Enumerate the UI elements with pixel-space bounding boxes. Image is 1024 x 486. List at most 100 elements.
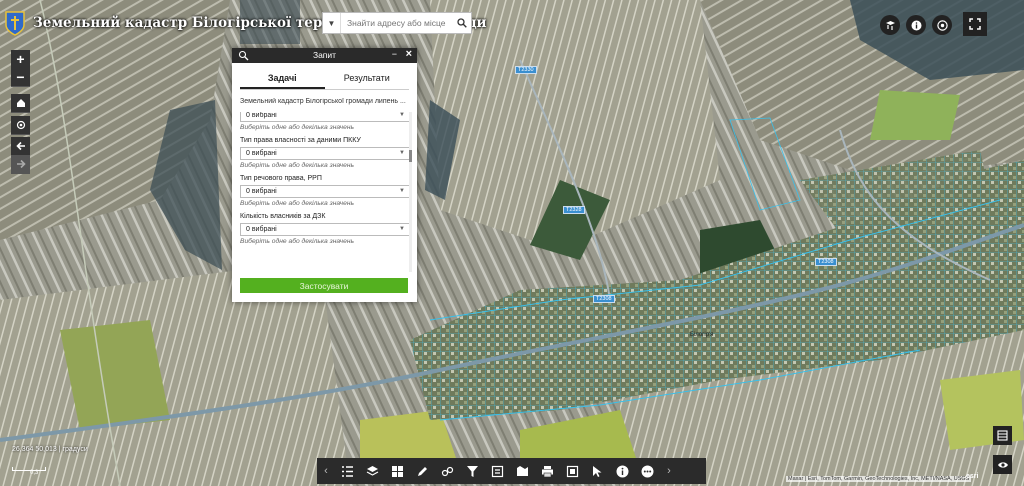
search-button[interactable] — [453, 13, 471, 33]
panel-scrollbar[interactable] — [409, 112, 412, 272]
select-button[interactable] — [585, 458, 610, 484]
query-fields: 0 вибрані ▼ Виберіть одне або декілька з… — [240, 112, 410, 270]
satellite-map[interactable] — [0, 0, 1024, 486]
previous-extent-button[interactable] — [11, 137, 30, 156]
field-hint: Виберіть одне або декілька значень — [240, 124, 355, 131]
info-icon — [911, 20, 921, 30]
analysis-button[interactable] — [435, 458, 460, 484]
tab-tasks[interactable]: Задачі — [240, 73, 325, 89]
field-label: Тип права власності за даними ПККУ — [240, 137, 361, 144]
toolbar-prev-button[interactable]: ‹ — [317, 458, 335, 484]
analysis-icon — [441, 466, 454, 476]
field-label: Кількість власників за ДЗК — [240, 213, 326, 220]
place-label: Білогір'я — [690, 332, 714, 338]
select-value: 0 вибрані — [246, 150, 277, 157]
bookmark-icon — [517, 465, 528, 476]
select-value: 0 вибрані — [246, 112, 277, 119]
about-button[interactable] — [610, 458, 635, 484]
basemap-button[interactable] — [932, 15, 952, 35]
apply-button[interactable]: Застосувати — [240, 278, 408, 293]
search-source-dropdown[interactable]: ▼ — [323, 13, 341, 33]
filter-button[interactable] — [460, 458, 485, 484]
my-location-button[interactable] — [11, 116, 30, 135]
road-shield: Т2308 — [815, 258, 837, 266]
basemap-icon — [392, 465, 403, 477]
fullscreen-button[interactable] — [963, 12, 987, 36]
draw-icon — [418, 466, 427, 476]
coordinate-readout[interactable]: 26,364 50,013 | градуси — [12, 446, 88, 453]
screening-icon — [566, 465, 579, 477]
legend-button[interactable] — [335, 458, 360, 484]
info-button[interactable] — [906, 15, 926, 35]
table-icon — [997, 430, 1008, 441]
field-hint: Виберіть одне або декілька значень — [240, 200, 355, 207]
task-name[interactable]: Земельний кадастр Білогірської громади л… — [240, 98, 412, 105]
property-right-select[interactable]: 0 вибрані ▼ — [240, 185, 410, 198]
close-icon[interactable]: × — [406, 48, 412, 60]
draw-button[interactable] — [410, 458, 435, 484]
ownership-type-select[interactable]: 0 вибрані ▼ — [240, 147, 410, 160]
overview-map-button[interactable] — [993, 455, 1012, 474]
search-icon — [457, 18, 467, 28]
layers-button[interactable] — [360, 458, 385, 484]
screening-button[interactable] — [560, 458, 585, 484]
select-icon — [593, 465, 602, 477]
edit-icon — [491, 465, 504, 477]
tab-results[interactable]: Результати — [325, 73, 410, 89]
basemap-gallery-button[interactable] — [385, 458, 410, 484]
home-button[interactable] — [11, 94, 30, 113]
scrollbar-thumb[interactable] — [409, 150, 412, 162]
print-icon — [542, 465, 553, 477]
map-view[interactable]: Білогір'я Т2330 Т2328 Т2308 Т2308 — [0, 0, 1024, 486]
edit-button[interactable] — [485, 458, 510, 484]
panel-header[interactable]: Запит − × — [232, 48, 417, 63]
print-button[interactable] — [535, 458, 560, 484]
eye-icon — [997, 461, 1008, 468]
layer-list-button[interactable] — [880, 15, 900, 35]
field-hint: Виберіть одне або декілька значень — [240, 238, 355, 245]
toolbar-next-button[interactable]: › — [660, 458, 678, 484]
home-icon — [16, 99, 25, 107]
chevron-right-icon: › — [667, 465, 671, 477]
zoom-out-button[interactable]: − — [11, 68, 30, 87]
field-group: Тип права власності за даними ПККУ 0 виб… — [240, 137, 410, 169]
query-panel: Запит − × Задачі Результати Земельний ка… — [232, 48, 417, 302]
filter-select[interactable]: 0 вибрані ▼ — [240, 112, 410, 122]
field-group: 0 вибрані ▼ Виберіть одне або декілька з… — [240, 112, 410, 131]
coat-of-arms-logo — [5, 11, 25, 36]
esri-logo: esri — [966, 473, 979, 480]
select-value: 0 вибрані — [246, 188, 277, 195]
road-shield: Т2328 — [563, 206, 585, 214]
filter-icon — [467, 465, 478, 477]
panel-title: Запит — [312, 50, 337, 60]
my-location-icon — [16, 120, 25, 130]
back-arrow-icon — [15, 141, 25, 151]
chevron-down-icon: ▼ — [399, 188, 405, 194]
zoom-in-button[interactable]: + — [11, 50, 30, 69]
chevron-left-icon: ‹ — [324, 465, 328, 477]
zoom-out-icon: − — [16, 69, 25, 85]
scale-bar — [12, 467, 46, 471]
more-icon — [641, 465, 654, 477]
chevron-down-icon: ▼ — [399, 150, 405, 156]
panel-tabs: Задачі Результати — [240, 73, 409, 90]
more-button[interactable] — [635, 458, 660, 484]
search-box: ▼ — [322, 12, 472, 34]
layers-list-icon — [885, 20, 895, 30]
caret-down-icon: ▼ — [327, 18, 336, 28]
map-attribution[interactable]: Maxar | Esri, TomTom, Garmin, GeoTechnol… — [786, 476, 972, 482]
field-label: Тип речового права, РРП — [240, 175, 322, 182]
layers-icon — [366, 465, 379, 476]
legend-icon — [342, 465, 353, 477]
chevron-down-icon: ▼ — [399, 112, 405, 118]
attribute-table-button[interactable] — [993, 426, 1012, 445]
minimize-icon[interactable]: − — [392, 49, 397, 59]
scale-label: 0,3 — [30, 470, 39, 476]
next-extent-button[interactable] — [11, 155, 30, 174]
bookmark-button[interactable] — [510, 458, 535, 484]
zoom-in-icon: + — [16, 51, 25, 67]
field-group: Тип речового права, РРП 0 вибрані ▼ Вибе… — [240, 175, 410, 207]
search-input[interactable] — [341, 14, 453, 32]
road-shield: Т2330 — [515, 66, 537, 74]
owners-count-select[interactable]: 0 вибрані ▼ — [240, 223, 410, 236]
